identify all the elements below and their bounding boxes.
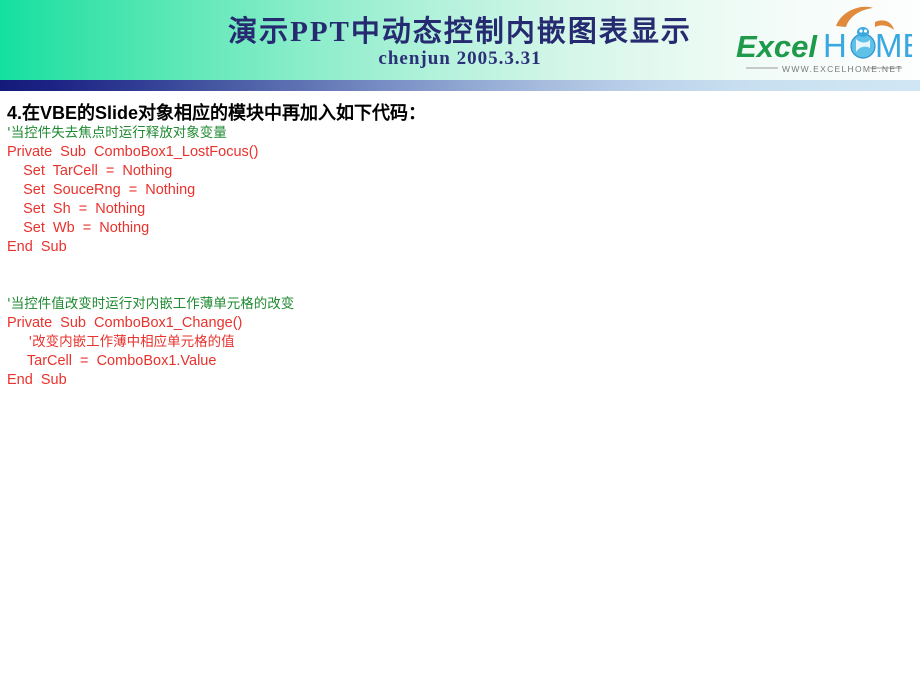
excelhome-logo: Excel H ME WWW.EXCELHOME.NET [734, 4, 912, 76]
logo-excel-word: Excel [736, 29, 818, 64]
slide-body: 4.在VBE的Slide对象相应的模块中再加入如下代码： '当控件失去焦点时运行… [0, 91, 920, 690]
logo-h-letter: H [823, 27, 847, 64]
code-line: End Sub [7, 239, 67, 255]
code-line: Set TarCell = Nothing [7, 163, 173, 179]
code-line: TarCell = ComboBox1.Value [7, 353, 217, 369]
globe-icon [850, 27, 876, 59]
code-line: Private Sub ComboBox1_LostFocus() [7, 144, 259, 160]
code-line: '改变内嵌工作薄中相应单元格的值 [7, 334, 235, 350]
code-line: Set SouceRng = Nothing [7, 182, 196, 198]
code-line: Private Sub ComboBox1_Change() [7, 315, 243, 331]
slide-header-banner: 演示PPT中动态控制内嵌图表显示 chenjun 2005.3.31 Excel… [0, 0, 920, 80]
logo-url-text: WWW.EXCELHOME.NET [782, 64, 903, 74]
code-line: '当控件值改变时运行对内嵌工作薄单元格的改变 [7, 296, 295, 312]
logo-me-letters: ME [875, 27, 912, 64]
vba-code-block: '当控件失去焦点时运行释放对象变量 Private Sub ComboBox1_L… [7, 124, 294, 390]
code-line: End Sub [7, 372, 67, 388]
section-heading: 4.在VBE的Slide对象相应的模块中再加入如下代码： [7, 103, 427, 123]
code-line: Set Wb = Nothing [7, 220, 150, 236]
code-line: '当控件失去焦点时运行释放对象变量 [7, 125, 227, 141]
code-line: Set Sh = Nothing [7, 201, 146, 217]
header-divider-bar [0, 80, 920, 91]
